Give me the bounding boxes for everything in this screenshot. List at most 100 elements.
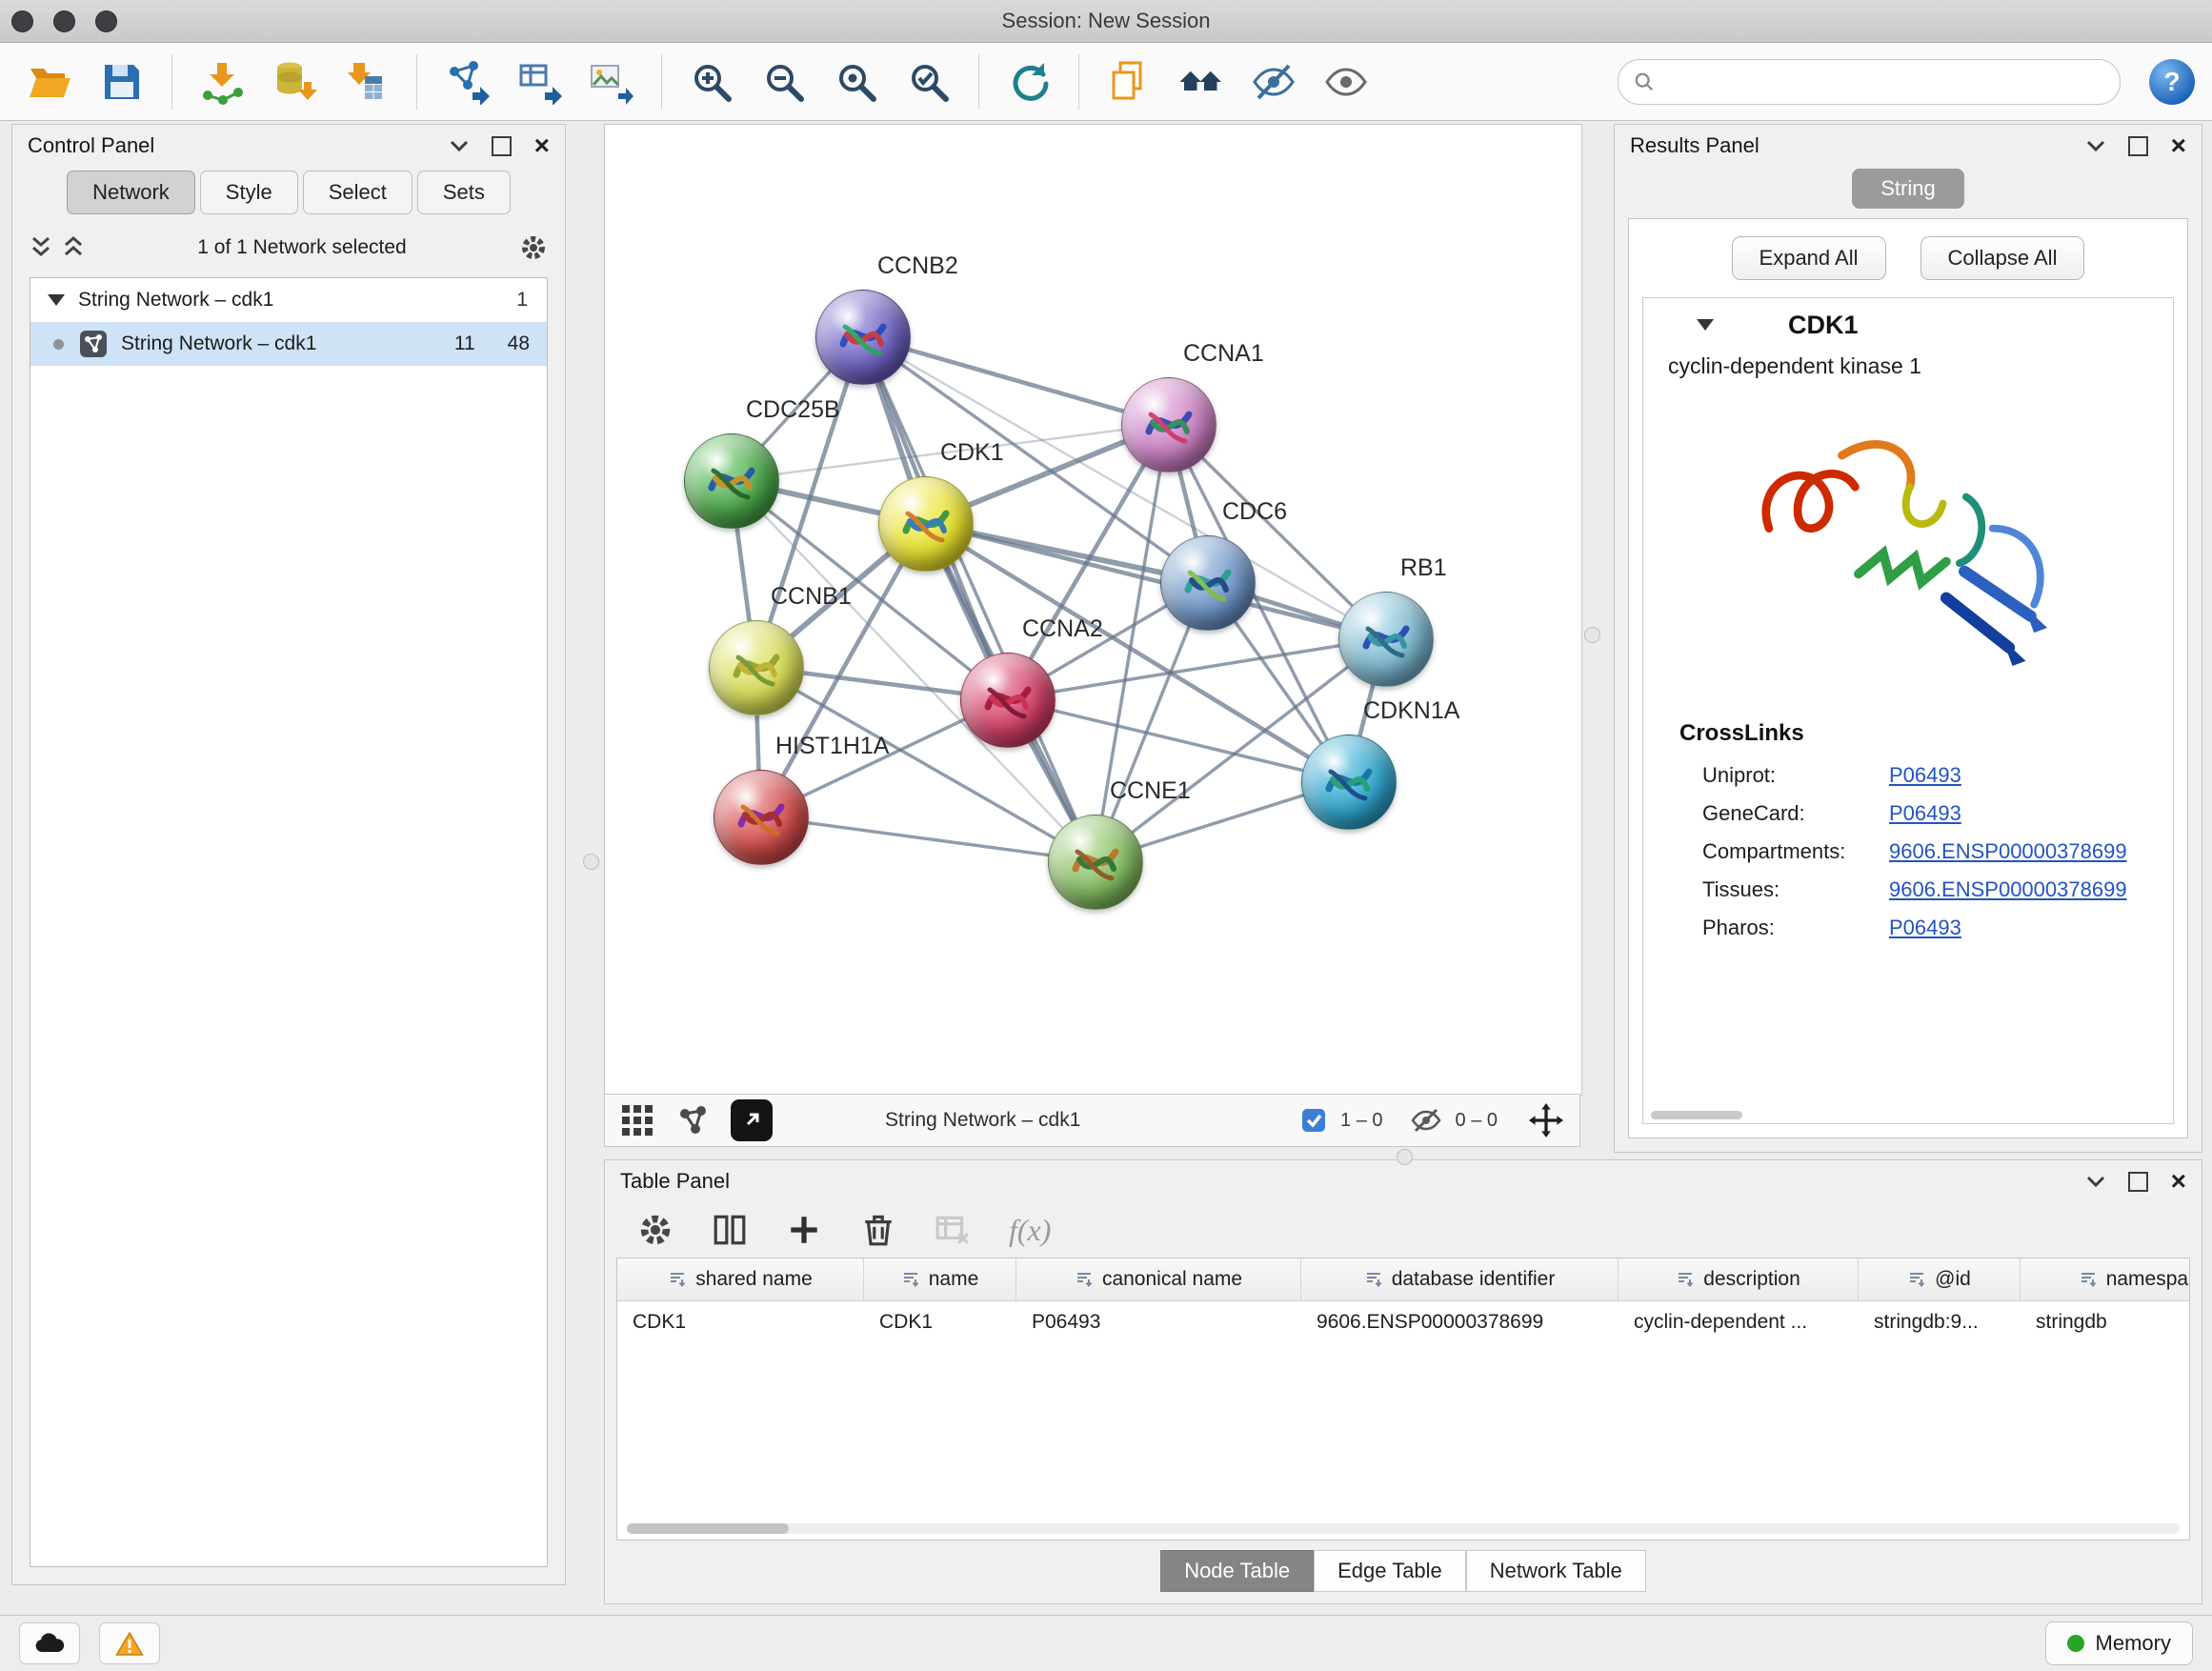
network-overview-icon[interactable] bbox=[675, 1103, 710, 1137]
column-header-label: shared name bbox=[695, 1268, 813, 1291]
hidden-eye-icon[interactable] bbox=[1410, 1107, 1442, 1134]
collapse-all-icon[interactable] bbox=[30, 235, 52, 260]
tab-node-table[interactable]: Node Table bbox=[1160, 1550, 1314, 1592]
zoom-selected-icon[interactable] bbox=[896, 50, 961, 113]
network-node-CDC6[interactable] bbox=[1160, 535, 1256, 631]
column-header-database-identifier[interactable]: database identifier bbox=[1301, 1258, 1619, 1300]
expand-all-button[interactable]: Expand All bbox=[1732, 236, 1886, 280]
network-node-CDKN1A[interactable] bbox=[1301, 735, 1397, 830]
network-row[interactable]: String Network – cdk1 11 48 bbox=[30, 322, 547, 366]
network-node-CCNB2[interactable] bbox=[815, 290, 911, 385]
memory-button[interactable]: Memory bbox=[2045, 1621, 2193, 1665]
import-network-from-database-icon[interactable] bbox=[262, 50, 327, 113]
network-edge-CCNB2-CCNE1[interactable] bbox=[862, 336, 1095, 861]
save-session-icon[interactable] bbox=[90, 50, 154, 113]
grid-view-icon[interactable] bbox=[620, 1103, 654, 1137]
panel-close-icon[interactable]: × bbox=[534, 132, 550, 159]
network-node-CCNB1[interactable] bbox=[709, 620, 804, 715]
zoom-fit-icon[interactable] bbox=[824, 50, 889, 113]
tab-network-table[interactable]: Network Table bbox=[1466, 1550, 1646, 1592]
column-header-name[interactable]: name bbox=[864, 1258, 1016, 1300]
network-node-CCNA2[interactable] bbox=[960, 653, 1056, 748]
import-network-from-file-icon[interactable] bbox=[190, 50, 254, 113]
splitter-handle[interactable] bbox=[1397, 1149, 1413, 1165]
new-network-from-selection-icon[interactable] bbox=[434, 50, 499, 113]
cloud-status-button[interactable] bbox=[19, 1622, 80, 1664]
node-label-CCNB1: CCNB1 bbox=[771, 583, 852, 611]
show-hidden-icon[interactable] bbox=[1314, 50, 1378, 113]
network-node-CCNA1[interactable] bbox=[1121, 377, 1217, 473]
panel-maximize-icon[interactable] bbox=[492, 136, 512, 156]
table-cell: P06493 bbox=[1016, 1301, 1301, 1343]
tab-sets[interactable]: Sets bbox=[417, 171, 511, 214]
splitter-handle[interactable] bbox=[1584, 627, 1600, 643]
selected-checkbox-icon[interactable] bbox=[1300, 1107, 1327, 1134]
gear-icon[interactable] bbox=[519, 233, 548, 262]
splitter-handle[interactable] bbox=[583, 854, 599, 870]
table-settings-gear-icon[interactable] bbox=[637, 1212, 674, 1248]
collection-expand-icon[interactable] bbox=[48, 294, 65, 306]
results-scrollbar[interactable] bbox=[1651, 1111, 1742, 1119]
network-node-RB1[interactable] bbox=[1338, 592, 1434, 687]
column-header-shared-name[interactable]: shared name bbox=[617, 1258, 864, 1300]
import-table-from-file-icon[interactable] bbox=[334, 50, 399, 113]
tab-string[interactable]: String bbox=[1852, 169, 1963, 209]
add-column-icon[interactable] bbox=[786, 1212, 822, 1248]
gene-collapse-icon[interactable] bbox=[1697, 319, 1714, 331]
open-recent-session-icon[interactable] bbox=[1096, 50, 1161, 113]
crosslink-value-link[interactable]: 9606.ENSP00000378699 bbox=[1889, 839, 2127, 864]
zoom-out-icon[interactable] bbox=[752, 50, 816, 113]
panel-maximize-icon[interactable] bbox=[2128, 1172, 2148, 1192]
export-image-icon[interactable] bbox=[579, 50, 644, 113]
column-header-label: canonical name bbox=[1102, 1268, 1242, 1291]
network-view-canvas[interactable]: CCNB2CCNA1CDC25BCDK1CDC6RB1CCNB1CCNA2CDK… bbox=[604, 124, 1582, 1096]
panel-float-icon[interactable] bbox=[2086, 1175, 2105, 1188]
application-window: Session: New Session bbox=[0, 0, 2212, 1671]
panel-close-icon[interactable]: × bbox=[2171, 132, 2186, 159]
clone-network-icon[interactable] bbox=[507, 50, 572, 113]
tab-network[interactable]: Network bbox=[67, 171, 195, 214]
crosslink-value-link[interactable]: P06493 bbox=[1889, 763, 1961, 788]
panel-maximize-icon[interactable] bbox=[2128, 136, 2148, 156]
network-node-CCNE1[interactable] bbox=[1048, 815, 1143, 910]
show-columns-icon[interactable] bbox=[712, 1212, 748, 1248]
return-home-icon[interactable] bbox=[1169, 50, 1234, 113]
tab-edge-table[interactable]: Edge Table bbox=[1314, 1550, 1466, 1592]
network-node-HIST1H1A[interactable] bbox=[714, 770, 809, 865]
crosslink-value-link[interactable]: 9606.ENSP00000378699 bbox=[1889, 877, 2127, 902]
network-edge-CDK1-RB1[interactable] bbox=[925, 523, 1385, 638]
tab-select[interactable]: Select bbox=[303, 171, 412, 214]
open-session-icon[interactable] bbox=[17, 50, 82, 113]
crosslink-value-link[interactable]: P06493 bbox=[1889, 801, 1961, 826]
help-icon[interactable]: ? bbox=[2149, 59, 2195, 105]
expand-all-icon[interactable] bbox=[62, 235, 85, 260]
column-header-canonical-name[interactable]: canonical name bbox=[1016, 1258, 1301, 1300]
search-box[interactable] bbox=[1618, 59, 2121, 105]
collapse-all-button[interactable]: Collapse All bbox=[1920, 236, 2085, 280]
tab-style[interactable]: Style bbox=[200, 171, 298, 214]
column-header--id[interactable]: @id bbox=[1859, 1258, 2021, 1300]
network-node-CDK1[interactable] bbox=[878, 476, 974, 572]
crosslink-value-link[interactable]: P06493 bbox=[1889, 916, 1961, 940]
table-row[interactable]: CDK1CDK1P064939606.ENSP00000378699cyclin… bbox=[617, 1301, 2189, 1343]
panel-close-icon[interactable]: × bbox=[2171, 1168, 2186, 1195]
zoom-in-icon[interactable] bbox=[679, 50, 744, 113]
hide-selected-icon[interactable] bbox=[1241, 50, 1306, 113]
warnings-button[interactable] bbox=[99, 1622, 160, 1664]
table-hscrollbar[interactable] bbox=[627, 1523, 789, 1534]
delete-column-icon[interactable] bbox=[860, 1212, 896, 1248]
column-header-namespace[interactable]: namespace bbox=[2021, 1258, 2190, 1300]
table-cell: CDK1 bbox=[617, 1301, 864, 1343]
panel-float-icon[interactable] bbox=[2086, 139, 2105, 152]
birdseye-view-button[interactable] bbox=[731, 1099, 773, 1141]
refresh-network-icon[interactable] bbox=[996, 50, 1061, 113]
pan-crosshair-icon[interactable] bbox=[1528, 1102, 1564, 1138]
search-input[interactable] bbox=[1664, 70, 2104, 94]
network-node-CDC25B[interactable] bbox=[684, 433, 779, 529]
results-panel-title: Results Panel bbox=[1630, 133, 2086, 158]
crosslink-row: Tissues:9606.ENSP00000378699 bbox=[1643, 871, 2173, 909]
panel-float-icon[interactable] bbox=[450, 139, 469, 152]
network-collection-row[interactable]: String Network – cdk1 1 bbox=[30, 278, 547, 322]
column-header-description[interactable]: description bbox=[1619, 1258, 1859, 1300]
network-edge-HIST1H1A-CCNE1[interactable] bbox=[760, 816, 1095, 861]
